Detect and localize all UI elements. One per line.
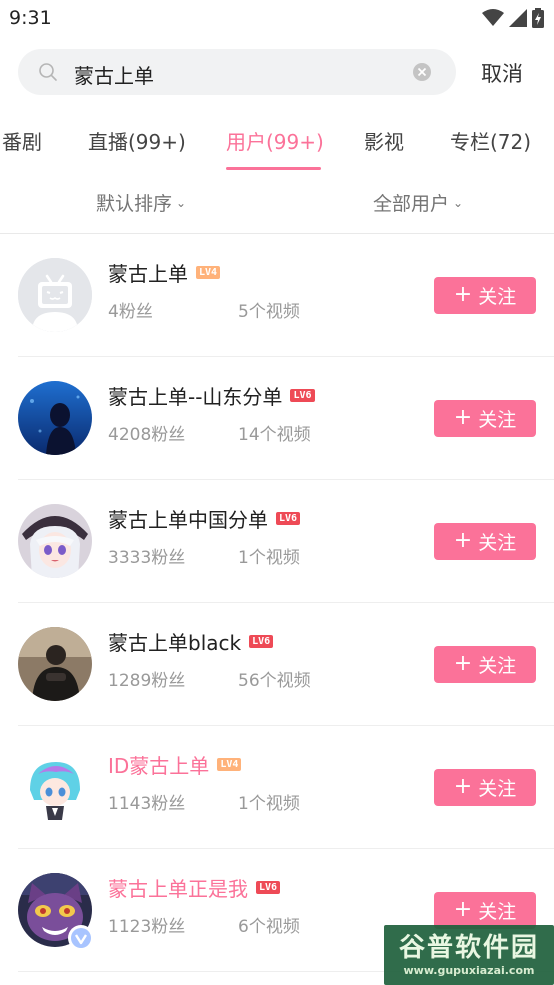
wifi-icon — [482, 9, 504, 26]
follow-button[interactable]: + 关注 — [434, 892, 536, 929]
list-item[interactable]: 蒙古上单black LV6 1289粉丝 56个视频 + 关注 — [0, 603, 554, 726]
fans-count: 1289粉丝 — [108, 671, 186, 691]
status-icons — [482, 8, 544, 28]
follow-button[interactable]: + 关注 — [434, 769, 536, 806]
video-count: 6个视频 — [238, 917, 300, 937]
search-input[interactable]: 蒙古上单 — [18, 49, 456, 95]
user-name[interactable]: 蒙古上单black LV6 — [108, 627, 274, 656]
sort-dropdown[interactable]: 默认排序 ⌄ — [96, 189, 186, 216]
follow-button[interactable]: + 关注 — [434, 400, 536, 437]
list-item[interactable]: ID蒙古上单 LV4 1143粉丝 1个视频 + 关注 — [0, 726, 554, 849]
tab-users[interactable]: 用户(99+) — [226, 126, 324, 155]
battery-icon — [532, 8, 544, 28]
anime-girl-avatar-icon — [18, 504, 92, 578]
watermark-title: 谷普软件园 — [398, 933, 539, 963]
avatar[interactable] — [18, 258, 92, 332]
follow-label: 关注 — [478, 901, 517, 923]
watermark-url: www.gupuxiazai.com — [403, 964, 535, 977]
cancel-button[interactable]: 取消 — [481, 58, 523, 88]
tab-live[interactable]: 直播(99+) — [88, 126, 186, 155]
aquarium-photo-avatar-icon — [18, 381, 92, 455]
follow-label: 关注 — [478, 409, 517, 431]
user-name-text: 蒙古上单正是我 — [108, 877, 248, 901]
sort-label: 默认排序 — [96, 193, 173, 215]
man-photo-avatar-icon — [18, 627, 92, 701]
tab-movies[interactable]: 影视 — [364, 126, 404, 155]
user-name-text: 蒙古上单black — [108, 631, 242, 655]
user-name[interactable]: 蒙古上单 LV4 — [108, 258, 221, 287]
level-badge: LV6 — [290, 389, 315, 402]
anime-character-avatar-icon — [18, 750, 92, 824]
follow-button[interactable]: + 关注 — [434, 523, 536, 560]
user-list: 蒙古上单 LV4 4粉丝 5个视频 + 关注 蒙古上单--山东分单 LV6 42… — [0, 234, 554, 972]
level-badge: LV6 — [256, 881, 281, 894]
plus-icon: + — [453, 896, 473, 922]
default-tv-avatar-icon — [18, 258, 92, 332]
user-type-dropdown[interactable]: 全部用户 ⌄ — [373, 189, 463, 216]
follow-label: 关注 — [478, 286, 517, 308]
fans-count: 1123粉丝 — [108, 917, 186, 937]
follow-label: 关注 — [478, 655, 517, 677]
clear-icon[interactable] — [412, 62, 432, 82]
video-count: 5个视频 — [238, 302, 300, 322]
status-bar: 9:31 — [0, 0, 554, 38]
chevron-down-icon: ⌄ — [176, 196, 187, 210]
video-count: 14个视频 — [238, 425, 311, 445]
tab-bangumi[interactable]: 番剧 — [2, 126, 42, 155]
follow-label: 关注 — [478, 778, 517, 800]
fans-count: 4208粉丝 — [108, 425, 186, 445]
plus-icon: + — [453, 281, 473, 307]
list-item[interactable]: 蒙古上单 LV4 4粉丝 5个视频 + 关注 — [0, 234, 554, 357]
avatar[interactable] — [18, 627, 92, 701]
plus-icon: + — [453, 527, 473, 553]
follow-label: 关注 — [478, 532, 517, 554]
follow-button[interactable]: + 关注 — [434, 646, 536, 683]
tab-articles[interactable]: 专栏(72) — [450, 126, 531, 155]
user-name[interactable]: 蒙古上单正是我 LV6 — [108, 873, 281, 902]
user-type-label: 全部用户 — [373, 193, 450, 215]
watermark-logo: 谷普软件园 www.gupuxiazai.com — [384, 925, 554, 985]
fans-count: 3333粉丝 — [108, 548, 186, 568]
fans-count: 4粉丝 — [108, 302, 153, 322]
video-count: 1个视频 — [238, 548, 300, 568]
user-name[interactable]: 蒙古上单--山东分单 LV6 — [108, 381, 315, 410]
plus-icon: + — [453, 650, 473, 676]
search-icon — [39, 63, 57, 81]
level-badge: LV4 — [196, 266, 221, 279]
video-count: 1个视频 — [238, 794, 300, 814]
search-query: 蒙古上单 — [74, 64, 154, 88]
user-name-text: 蒙古上单中国分单 — [108, 508, 268, 532]
avatar[interactable] — [18, 504, 92, 578]
verified-badge-icon — [68, 925, 94, 951]
plus-icon: + — [453, 773, 473, 799]
status-time: 9:31 — [9, 7, 52, 29]
user-name-text: ID蒙古上单 — [108, 754, 210, 778]
list-item[interactable]: 蒙古上单中国分单 LV6 3333粉丝 1个视频 + 关注 — [0, 480, 554, 603]
list-item[interactable]: 蒙古上单--山东分单 LV6 4208粉丝 14个视频 + 关注 — [0, 357, 554, 480]
follow-button[interactable]: + 关注 — [434, 277, 536, 314]
signal-icon — [509, 9, 527, 27]
user-name[interactable]: ID蒙古上单 LV4 — [108, 750, 242, 779]
user-name[interactable]: 蒙古上单中国分单 LV6 — [108, 504, 301, 533]
avatar[interactable] — [18, 750, 92, 824]
fans-count: 1143粉丝 — [108, 794, 186, 814]
active-tab-indicator — [226, 167, 321, 170]
level-badge: LV4 — [217, 758, 242, 771]
user-name-text: 蒙古上单 — [108, 262, 188, 286]
result-tabs: 番剧 直播(99+) 用户(99+) 影视 专栏(72) — [0, 120, 554, 170]
user-name-text: 蒙古上单--山东分单 — [108, 385, 283, 409]
level-badge: LV6 — [276, 512, 301, 525]
video-count: 56个视频 — [238, 671, 311, 691]
chevron-down-icon: ⌄ — [453, 196, 464, 210]
level-badge: LV6 — [249, 635, 274, 648]
avatar[interactable] — [18, 381, 92, 455]
plus-icon: + — [453, 404, 473, 430]
